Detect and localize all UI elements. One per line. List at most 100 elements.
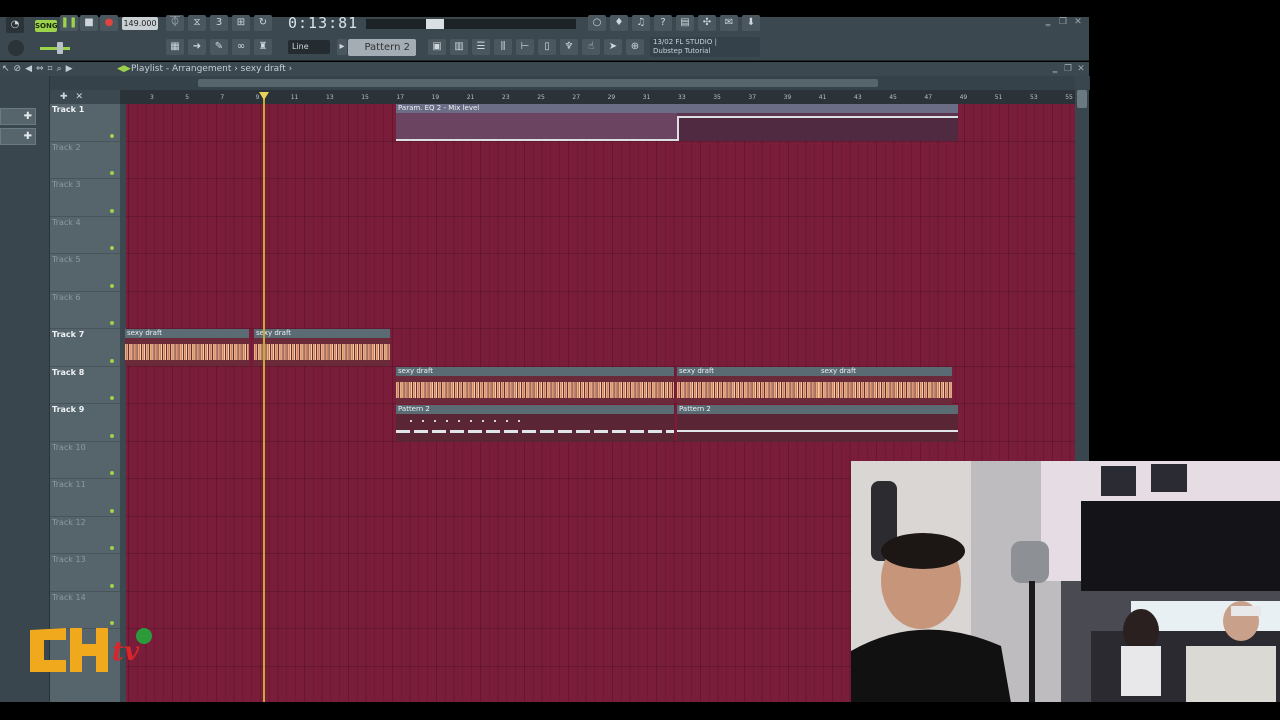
macro-icon[interactable]: ➤ xyxy=(604,39,622,55)
brush-icon[interactable]: ✎ xyxy=(210,39,228,55)
track-mute-led-icon[interactable] xyxy=(110,358,114,363)
shop-icon[interactable]: ⊕ xyxy=(626,39,644,55)
playlist-tools-icons[interactable]: ↖⊘◀⇔⌗⌕▶ xyxy=(2,62,77,76)
master-pitch-slider-knob[interactable] xyxy=(57,42,63,54)
audio-clip[interactable]: sexy draft xyxy=(396,367,674,404)
track-name: Track 5 xyxy=(52,255,81,264)
track-name: Track 2 xyxy=(52,142,81,152)
track-header[interactable]: Track 13 xyxy=(50,554,120,592)
track-mute-led-icon[interactable] xyxy=(110,133,114,138)
track-header[interactable]: Track 5 xyxy=(50,254,120,292)
track-mute-led-icon[interactable] xyxy=(110,208,114,213)
playlist-titlebar: ↖⊘◀⇔⌗⌕▶ ◀▶ Playlist - Arrangement › sexy… xyxy=(0,62,1089,76)
ruler-bar-label: 11 xyxy=(290,94,299,101)
project-icon[interactable]: ▯ xyxy=(538,39,556,55)
track-header[interactable]: Track 1 xyxy=(50,104,120,142)
track-header[interactable]: Track 4 xyxy=(50,217,120,254)
audio-waveform xyxy=(677,376,819,404)
ruler-bar-label: 33 xyxy=(678,94,686,101)
audio-clip[interactable]: sexy draft xyxy=(125,329,249,366)
browser-slot-2[interactable]: ✚ xyxy=(0,128,36,145)
track-mute-led-icon[interactable] xyxy=(110,283,114,288)
touch-controller-icon[interactable]: ☝ xyxy=(582,39,600,55)
pattern-notes xyxy=(677,430,958,432)
track-header[interactable]: Track 11 xyxy=(50,479,120,517)
vertical-scroll-thumb[interactable] xyxy=(1077,90,1087,108)
track-mute-led-icon[interactable] xyxy=(110,583,114,588)
audio-clip-label: sexy draft xyxy=(396,367,674,376)
track-header[interactable]: Track 2 xyxy=(50,142,120,179)
screen: ◔ SONG ❚❚ ■ ● 149.000 ⏁ ⧖ 3 ⊞ ↻ 0:13:81 … xyxy=(0,0,1280,720)
webcam-feed xyxy=(851,461,1280,703)
track-name: Track 14 xyxy=(52,592,86,602)
browser-tree-icon[interactable]: ⊢ xyxy=(516,39,534,55)
arrow-icon[interactable]: ➜ xyxy=(188,39,206,55)
track-header[interactable]: Track 9 xyxy=(50,404,120,442)
playlist-close-icon[interactable]: ✕ xyxy=(1076,64,1086,74)
ruler-bar-label: 31 xyxy=(642,94,651,101)
ruler-bar-label: 39 xyxy=(783,94,792,101)
ruler-bar-label: 45 xyxy=(889,94,897,101)
track-header[interactable]: Track 10 xyxy=(50,442,120,479)
ruler-bar-label: 19 xyxy=(431,94,440,101)
playlist-minimize-icon[interactable]: ‗ xyxy=(1050,64,1060,74)
pattern-clip[interactable]: Pattern 2 xyxy=(396,405,674,442)
hint-line-1: 13/02 FL STUDIO | xyxy=(653,38,717,46)
ruler-bar-label: 27 xyxy=(572,94,581,101)
audio-waveform xyxy=(254,338,390,366)
track-header[interactable]: Track 6 xyxy=(50,292,120,329)
ruler-bar-label: 37 xyxy=(748,94,757,101)
ruler-bar-label: 5 xyxy=(185,94,190,101)
link-icon[interactable]: ∞ xyxy=(232,39,250,55)
stamp-icon[interactable]: ♜ xyxy=(254,39,272,55)
pattern-select[interactable]: Pattern 2 xyxy=(348,39,416,56)
track-mute-led-icon[interactable] xyxy=(110,171,114,175)
track-header-tools[interactable]: ✚✕ xyxy=(50,90,120,104)
automation-clip-label: Param. EQ 2 - Mix level xyxy=(396,104,958,113)
playhead-marker-icon[interactable] xyxy=(259,92,269,100)
browser-slot-1[interactable]: ✚ xyxy=(0,108,36,125)
track-header[interactable]: Track 12 xyxy=(50,517,120,554)
horizontal-scroll-thumb[interactable] xyxy=(198,79,878,87)
track-name: Track 8 xyxy=(52,367,85,377)
plugin-picker-icon[interactable]: ♆ xyxy=(560,39,578,55)
track-name: Track 12 xyxy=(52,517,86,527)
grid-left-edge xyxy=(120,104,126,702)
playhead[interactable] xyxy=(263,92,265,702)
piano-roll-window-icon[interactable]: ▥ xyxy=(450,39,468,55)
pattern-prev-icon[interactable]: ▸ xyxy=(337,39,347,55)
horizontal-scroll[interactable] xyxy=(50,76,1090,90)
track-mute-led-icon[interactable] xyxy=(110,546,114,550)
track-header[interactable]: Track 3 xyxy=(50,179,120,217)
track-mute-led-icon[interactable] xyxy=(110,396,114,400)
master-volume-knob[interactable] xyxy=(8,40,24,56)
ruler-bar-label: 23 xyxy=(502,94,510,101)
track-name: Track 3 xyxy=(52,180,81,189)
audio-clip[interactable]: sexy draft xyxy=(254,329,390,366)
ruler-bar-label: 53 xyxy=(1030,94,1038,101)
track-name: Track 11 xyxy=(52,480,86,489)
channel-rack-icon[interactable]: ☰ xyxy=(472,39,490,55)
snap-select[interactable]: Line xyxy=(288,40,330,54)
mixer-icon[interactable]: ⫼ xyxy=(494,39,512,55)
track-header[interactable]: Track 7 xyxy=(50,329,120,367)
master-pitch-slider[interactable] xyxy=(40,47,70,50)
audio-clip[interactable]: sexy draft xyxy=(677,367,819,404)
track-mute-led-icon[interactable] xyxy=(110,433,114,438)
ruler-bar-label: 7 xyxy=(220,94,225,101)
track-header[interactable]: Track 8 xyxy=(50,367,120,404)
playlist-menu-arrow-icon[interactable]: ◀▶ xyxy=(117,62,131,76)
piano-roll-icon[interactable]: ▦ xyxy=(166,39,184,55)
track-mute-led-icon[interactable] xyxy=(110,246,114,250)
pattern-clip[interactable]: Pattern 2 xyxy=(677,405,958,442)
track-mute-led-icon[interactable] xyxy=(110,471,114,475)
ruler-bar-label: 51 xyxy=(994,94,1003,101)
track-mute-led-icon[interactable] xyxy=(110,321,114,325)
ruler-bar-label: 55 xyxy=(1065,94,1073,101)
playlist-icon[interactable]: ▣ xyxy=(428,39,446,55)
automation-clip[interactable]: Param. EQ 2 - Mix level xyxy=(396,104,958,141)
audio-clip[interactable]: sexy draft xyxy=(819,367,952,404)
track-mute-led-icon[interactable] xyxy=(110,508,114,513)
playlist-restore-icon[interactable]: ❐ xyxy=(1063,64,1073,74)
ruler-bar-label: 3 xyxy=(150,94,154,101)
